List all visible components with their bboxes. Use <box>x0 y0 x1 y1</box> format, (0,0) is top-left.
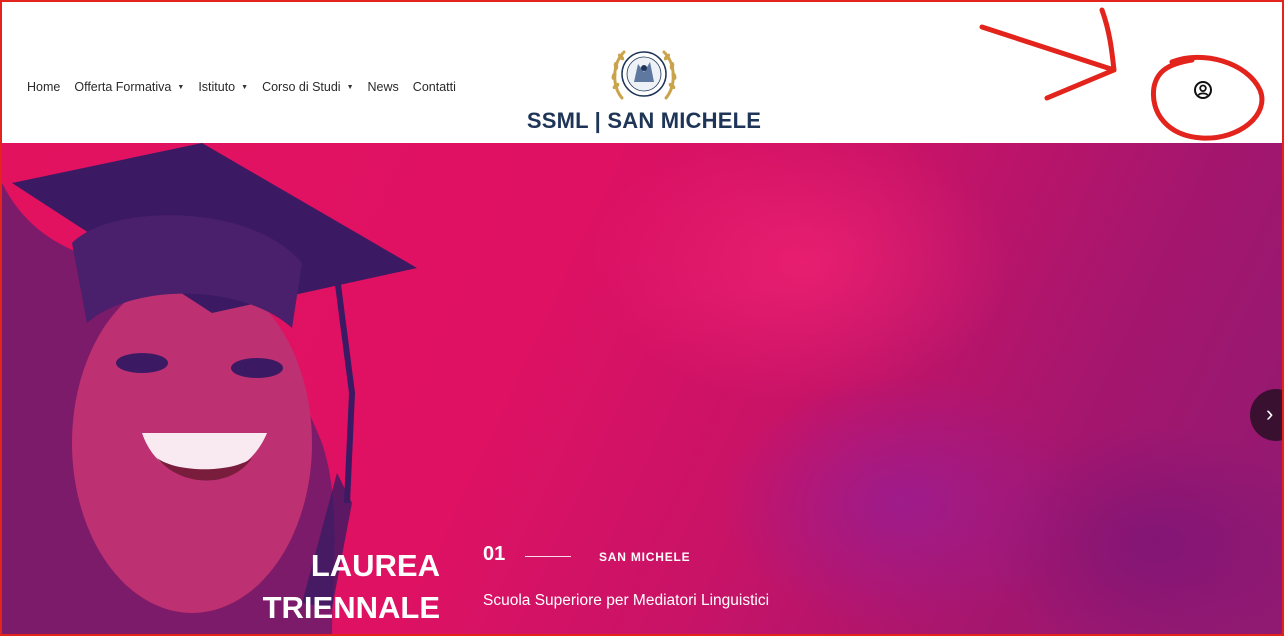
nav-item-offerta-formativa[interactable]: Offerta Formativa ▼ <box>74 80 184 94</box>
nav-item-contatti[interactable]: Contatti <box>413 80 456 94</box>
slide-number: 01 <box>483 543 506 565</box>
laurel-emblem-icon <box>611 50 677 100</box>
chevron-right-icon: › <box>1266 401 1274 426</box>
nav-item-label: Istituto <box>198 80 236 94</box>
nav-item-label: Home <box>27 80 61 94</box>
nav-item-label: Corso di Studi <box>262 80 341 94</box>
user-account-button[interactable] <box>1191 78 1215 102</box>
slide-divider <box>525 556 571 557</box>
slide-kicker: SAN MICHELE <box>599 550 691 564</box>
chevron-down-icon: ▼ <box>241 83 249 91</box>
nav-item-label: Offerta Formativa <box>74 80 172 94</box>
nav-item-istituto[interactable]: Istituto ▼ <box>198 80 248 94</box>
chevron-down-icon: ▼ <box>177 83 185 91</box>
hero-slider: › LAUREA TRIENNALE 01 SAN MICHELE Scuola… <box>2 143 1282 634</box>
nav-item-corso-di-studi[interactable]: Corso di Studi ▼ <box>262 80 353 94</box>
slide-title-line2: TRIENNALE <box>262 590 440 625</box>
site-logo[interactable]: SSML | SAN MICHELE <box>522 42 766 142</box>
nav-item-label: Contatti <box>412 80 456 94</box>
main-nav: Home Offerta Formativa ▼ Istituto ▼ Cors… <box>27 80 470 94</box>
site-brand-name: SSML | SAN MICHELE <box>526 108 762 133</box>
chevron-down-icon: ▼ <box>346 83 354 91</box>
nav-item-label: News <box>367 80 399 94</box>
slide-title: LAUREA TRIENNALE <box>263 545 440 629</box>
site-header: Home Offerta Formativa ▼ Istituto ▼ Cors… <box>2 2 1282 143</box>
nav-item-home[interactable]: Home <box>27 80 60 94</box>
slider-next-button[interactable]: › <box>1250 389 1282 441</box>
user-circle-icon <box>1194 81 1212 99</box>
nav-item-news[interactable]: News <box>368 80 399 94</box>
slide-title-line1: LAUREA <box>310 548 440 583</box>
slide-subtitle: Scuola Superiore per Mediatori Linguisti… <box>483 592 770 609</box>
browser-viewport-frame: Home Offerta Formativa ▼ Istituto ▼ Cors… <box>0 0 1284 636</box>
